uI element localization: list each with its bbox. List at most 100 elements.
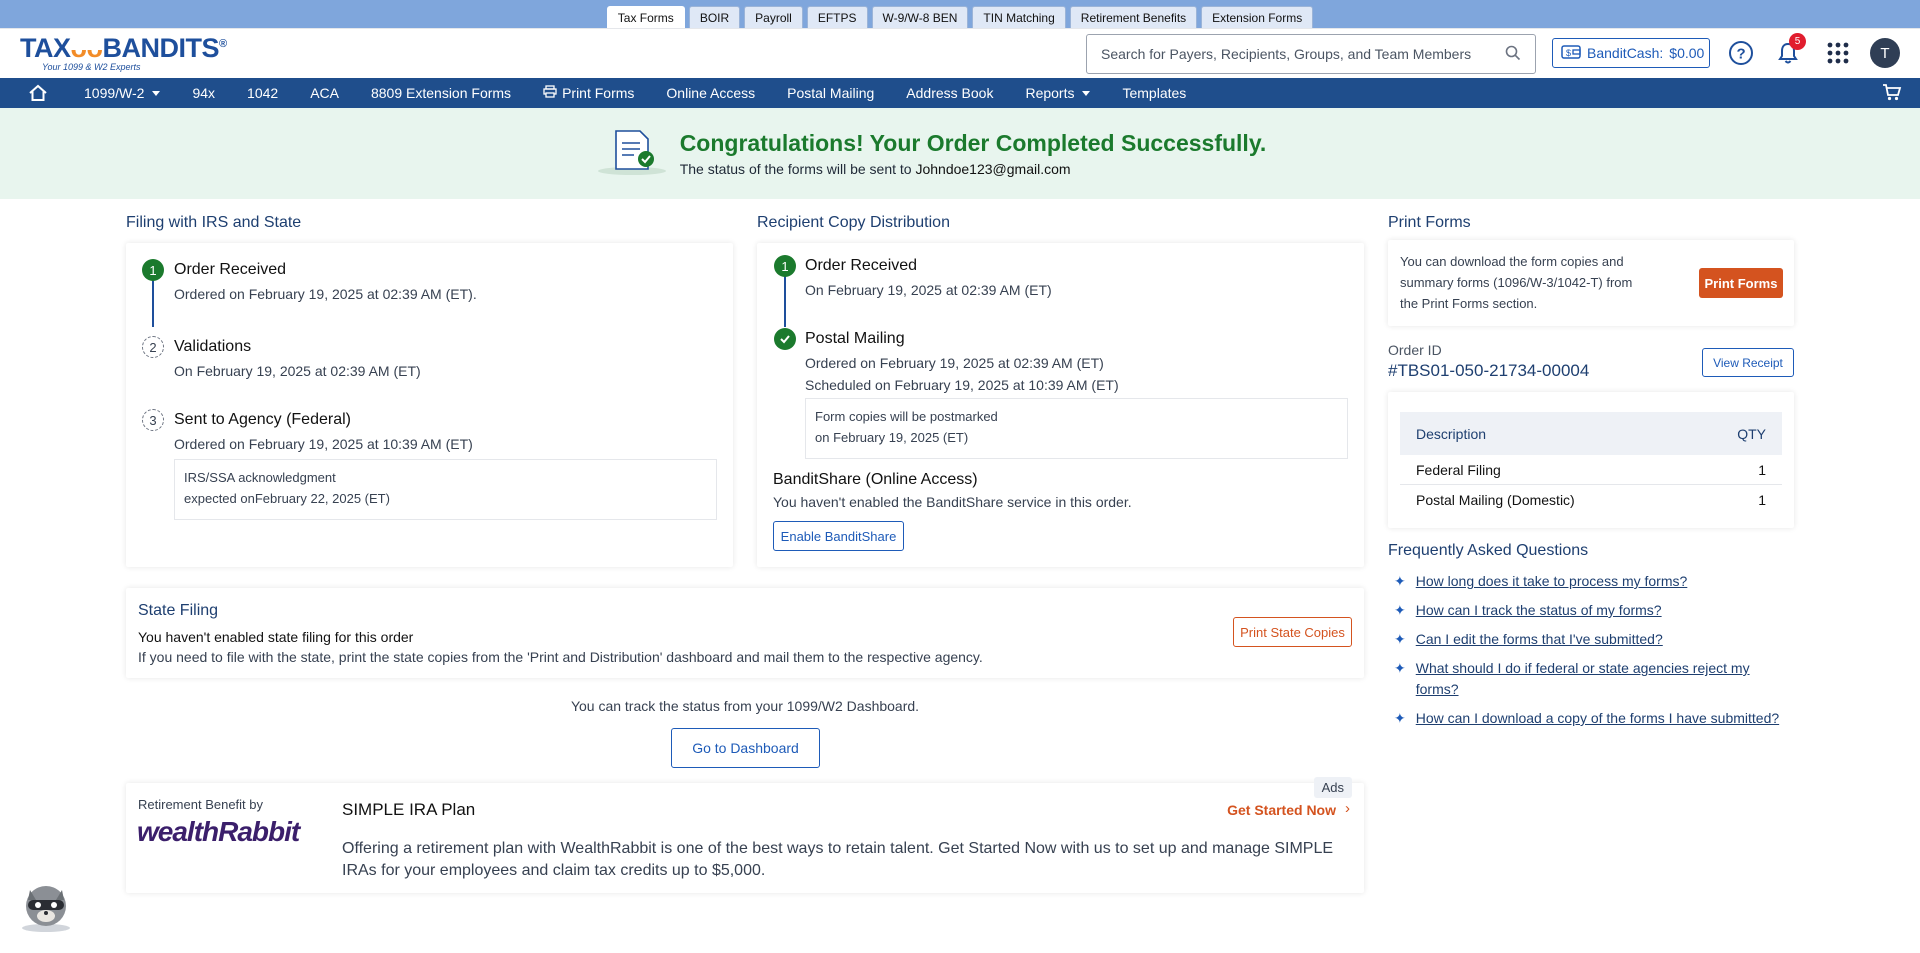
success-title: Congratulations! Your Order Completed Su… (679, 130, 1267, 156)
nav-aca[interactable]: ACA (294, 85, 355, 101)
app-grid-icon[interactable] (1824, 39, 1852, 67)
caret-down-icon (152, 90, 161, 96)
step-number-2: 2 (142, 336, 164, 358)
tab-eftps[interactable]: EFTPS (806, 6, 868, 28)
order-summary-header: Description QTY (1400, 412, 1782, 455)
help-icon[interactable]: ? (1727, 39, 1755, 67)
recipient-card: 1 Order Received On February 19, 2025 at… (757, 243, 1364, 567)
print-forms-description: You can download the form copies and sum… (1400, 254, 1633, 311)
step-order-received: Order Received On February 19, 2025 at 0… (805, 257, 1052, 298)
banditshare-section: BanditShare (Online Access) You haven't … (773, 471, 1132, 512)
sparkle-icon: ✦ (1394, 573, 1406, 589)
svg-text:$: $ (1566, 48, 1571, 58)
step-number-3: 3 (142, 409, 164, 431)
go-to-dashboard-button[interactable]: Go to Dashboard (671, 728, 820, 768)
track-status-text: You can track the status from your 1099/… (570, 698, 920, 714)
tab-extension-forms[interactable]: Extension Forms (1201, 6, 1314, 28)
faq-list: ✦ How long does it take to process my for… (1394, 571, 1794, 729)
faq-item[interactable]: ✦ How can I download a copy of the forms … (1394, 708, 1794, 729)
nav-online-access[interactable]: Online Access (650, 85, 771, 101)
print-forms-section-title: Print Forms (1388, 214, 1471, 231)
bandit-mascot-chat-icon[interactable] (18, 880, 74, 934)
order-complete-document-icon (594, 125, 670, 182)
faq-item[interactable]: ✦ How can I track the status of my forms? (1394, 600, 1794, 621)
step-order-received: Order Received Ordered on February 19, 2… (174, 261, 477, 302)
taxbandits-logo[interactable]: TAXᴗᴗBANDITS® Your 1099 & W2 Experts (20, 35, 227, 72)
tab-tin-matching[interactable]: TIN Matching (972, 6, 1066, 28)
svg-text:?: ? (1737, 46, 1746, 63)
logo-mask-icon: ᴗᴗ (70, 33, 104, 63)
chevron-right-icon: › (1345, 800, 1350, 817)
order-id-value: #TBS01-050-21734-00004 (1388, 361, 1590, 380)
sparkle-icon: ✦ (1394, 631, 1406, 647)
print-forms-button[interactable]: Print Forms (1699, 268, 1783, 298)
tab-w9-w8ben[interactable]: W-9/W-8 BEN (871, 6, 969, 28)
caret-down-icon (1082, 90, 1091, 96)
timeline-connector (784, 275, 786, 327)
cart-icon[interactable] (1882, 82, 1902, 105)
faq-item[interactable]: ✦ How long does it take to process my for… (1394, 571, 1794, 592)
ads-label: Ads (1313, 777, 1352, 798)
tab-boir[interactable]: BOIR (688, 6, 741, 28)
nav-reports[interactable]: Reports (1009, 85, 1106, 101)
notification-count-badge: 5 (1789, 33, 1806, 50)
view-receipt-button[interactable]: View Receipt (1702, 348, 1794, 377)
state-filing-instructions: If you need to file with the state, prin… (138, 649, 983, 665)
tab-retirement-benefits[interactable]: Retirement Benefits (1069, 6, 1198, 28)
banditshare-title: BanditShare (Online Access) (773, 471, 978, 488)
table-row: Postal Mailing (Domestic) 1 (1416, 492, 1766, 508)
home-icon[interactable] (26, 81, 50, 105)
app-header: TAXᴗᴗBANDITS® Your 1099 & W2 Experts $ B… (0, 28, 1920, 78)
faq-item[interactable]: ✦ What should I do if federal or state ag… (1394, 658, 1794, 700)
search-input[interactable] (1101, 46, 1505, 62)
nav-94x[interactable]: 94x (176, 85, 231, 101)
order-id-label: Order ID (1388, 342, 1442, 358)
sparkle-icon: ✦ (1394, 710, 1406, 726)
nav-1042[interactable]: 1042 (231, 85, 294, 101)
faq-title: Frequently Asked Questions (1388, 542, 1589, 559)
banditcash-amount: $0.00 (1669, 45, 1705, 61)
wealthrabbit-logo: wealthRabbit (137, 816, 300, 847)
success-banner: Congratulations! Your Order Completed Su… (0, 108, 1920, 199)
search-icon[interactable] (1505, 45, 1521, 64)
sparkle-icon: ✦ (1394, 660, 1406, 676)
product-tabs: Tax Forms BOIR Payroll EFTPS W-9/W-8 BEN… (0, 0, 1920, 28)
user-avatar[interactable]: T (1870, 38, 1900, 68)
nav-1099-w2[interactable]: 1099/W-2 (68, 85, 176, 101)
step-sent-to-agency: Sent to Agency (Federal) Ordered on Febr… (174, 411, 473, 452)
step-validations: Validations On February 19, 2025 at 02:3… (174, 338, 421, 379)
tab-payroll[interactable]: Payroll (744, 6, 803, 28)
nav-8809-extension-forms[interactable]: 8809 Extension Forms (355, 85, 527, 101)
nav-postal-mailing[interactable]: Postal Mailing (771, 85, 890, 101)
nav-address-book[interactable]: Address Book (890, 85, 1009, 101)
nav-templates[interactable]: Templates (1106, 85, 1202, 101)
nav-print-forms[interactable]: Print Forms (527, 85, 650, 101)
step-postal-mailing: Postal Mailing Ordered on February 19, 2… (805, 330, 1119, 393)
state-filing-status: You haven't enabled state filing for thi… (138, 629, 414, 645)
banditcash-button[interactable]: $ BanditCash: $0.00 (1552, 38, 1710, 68)
qty-column-header: QTY (1737, 425, 1766, 442)
print-forms-card: You can download the form copies and sum… (1388, 240, 1794, 326)
notifications-bell-icon[interactable]: 5 (1774, 33, 1806, 67)
sparkle-icon: ✦ (1394, 602, 1406, 618)
banditcash-label: BanditCash: (1587, 45, 1664, 61)
enable-banditshare-button[interactable]: Enable BanditShare (773, 521, 904, 551)
description-column-header: Description (1416, 425, 1487, 442)
ad-title: SIMPLE IRA Plan (342, 800, 476, 819)
state-filing-title: State Filing (138, 602, 219, 619)
wallet-icon: $ (1561, 44, 1581, 63)
print-state-copies-button[interactable]: Print State Copies (1233, 617, 1352, 647)
main-nav: 1099/W-2 94x 1042 ACA 8809 Extension For… (0, 78, 1920, 108)
search-box (1086, 34, 1536, 74)
irs-state-card: 1 Order Received Ordered on February 19,… (126, 243, 733, 567)
order-summary-card: Description QTY Federal Filing 1 Postal M… (1388, 392, 1794, 528)
ad-description: Offering a retirement plan with WealthRa… (342, 840, 1334, 880)
tab-tax-forms[interactable]: Tax Forms (606, 6, 685, 28)
printer-icon (543, 85, 557, 101)
check-icon (774, 328, 796, 350)
wealthrabbit-ad-card: Ads Retirement Benefit by wealthRabbit S… (126, 777, 1364, 893)
timeline-connector (152, 279, 154, 327)
faq-item[interactable]: ✦ Can I edit the forms that I've submitte… (1394, 629, 1794, 650)
order-summary-table: Description QTY Federal Filing 1 Postal M… (1400, 412, 1782, 515)
get-started-now-link[interactable]: Get Started Now (1227, 802, 1336, 818)
